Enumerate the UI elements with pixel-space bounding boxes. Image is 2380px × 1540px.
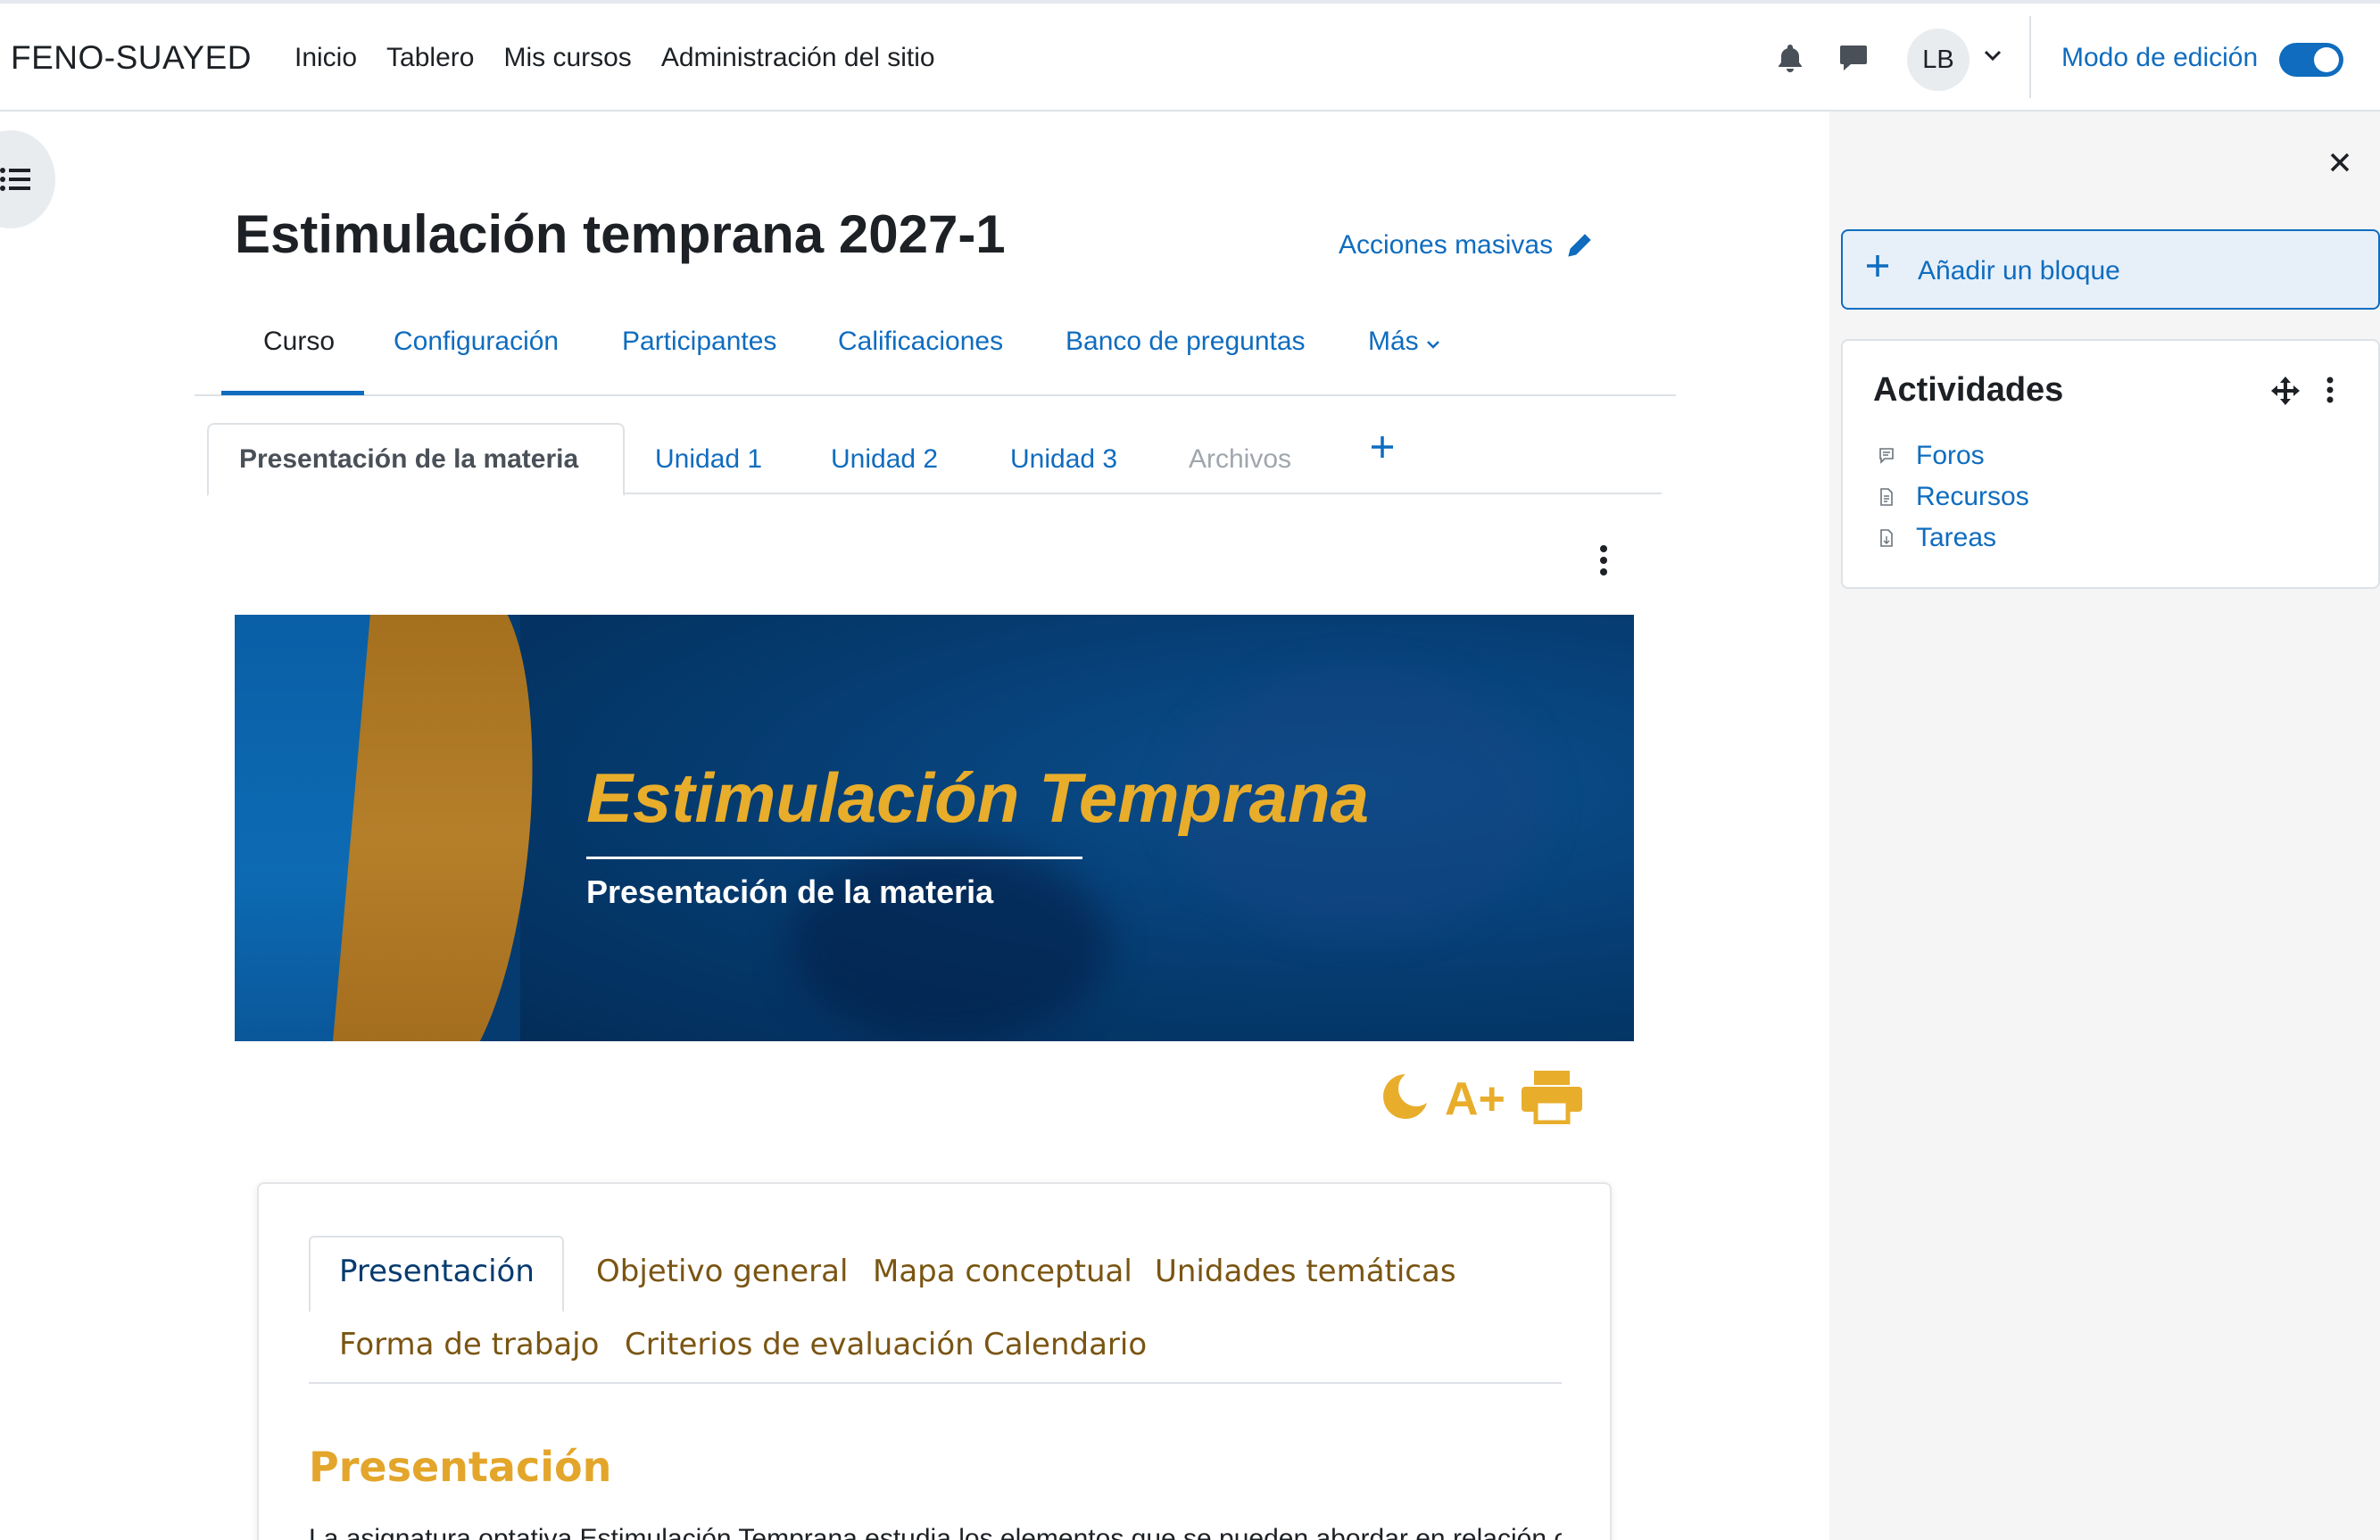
font-size-increase-button[interactable]: A+ bbox=[1445, 1072, 1505, 1126]
tab-presentacion-label[interactable]: Presentación bbox=[339, 1254, 535, 1289]
sec-nav-mas-label: Más bbox=[1368, 327, 1419, 356]
banner-title: Estimulación Temprana bbox=[586, 758, 1370, 837]
forum-icon bbox=[1879, 448, 1894, 464]
navbar-divider bbox=[2029, 16, 2031, 98]
nav-link-inicio[interactable]: Inicio bbox=[294, 43, 357, 73]
block-drawer bbox=[1829, 112, 2380, 1540]
primary-navigation: Inicio Tablero Mis cursos Administración… bbox=[294, 43, 935, 73]
add-block-button[interactable]: Añadir un bloque bbox=[1841, 229, 2380, 310]
user-avatar[interactable]: LB bbox=[1907, 29, 1970, 91]
tab-unidad-3[interactable]: Unidad 3 bbox=[1010, 444, 1117, 475]
edit-mode-toggle[interactable] bbox=[2279, 43, 2343, 77]
content-tabs: Presentación Objetivo general Mapa conce… bbox=[309, 1236, 1562, 1384]
section-heading: Presentación bbox=[309, 1443, 612, 1491]
tab-presentacion-materia-label[interactable]: Presentación de la materia bbox=[239, 444, 578, 475]
tab-objetivo-general[interactable]: Objetivo general bbox=[596, 1254, 848, 1289]
activity-link-foros[interactable]: Foros bbox=[1878, 441, 1985, 471]
move-arrows-icon[interactable] bbox=[2269, 375, 2301, 411]
resource-file-icon bbox=[1880, 488, 1893, 506]
sec-nav-calificaciones[interactable]: Calificaciones bbox=[838, 327, 1003, 357]
chevron-down-icon[interactable] bbox=[1983, 48, 2003, 67]
accessibility-tools: A+ bbox=[1379, 1069, 1584, 1129]
activity-link-tareas[interactable]: Tareas bbox=[1878, 523, 1996, 553]
bulk-actions-label: Acciones masivas bbox=[1339, 230, 1554, 260]
assignment-icon bbox=[1880, 529, 1893, 547]
nav-link-mis-cursos[interactable]: Mis cursos bbox=[503, 43, 631, 73]
course-index-toggle-button[interactable] bbox=[0, 130, 55, 228]
messages-chat-icon[interactable] bbox=[1838, 43, 1869, 78]
bulk-actions-button[interactable]: Acciones masivas bbox=[1339, 230, 1594, 261]
close-icon[interactable] bbox=[2329, 152, 2351, 178]
tab-forma-de-trabajo[interactable]: Forma de trabajo bbox=[339, 1327, 599, 1362]
activity-link-recursos[interactable]: Recursos bbox=[1878, 482, 2029, 512]
edit-mode-label[interactable]: Modo de edición bbox=[2061, 43, 2258, 73]
course-presentation-card: Presentación Objetivo general Mapa conce… bbox=[257, 1182, 1612, 1540]
sec-nav-curso[interactable]: Curso bbox=[263, 327, 335, 357]
banner-divider bbox=[586, 857, 1082, 859]
page-title: Estimulación temprana 2027-1 bbox=[235, 204, 1006, 264]
activity-label: Recursos bbox=[1916, 482, 2029, 511]
site-brand[interactable]: FENO-SUAYED bbox=[11, 39, 252, 77]
presentation-paragraph: La asignatura optativa Estimulación Temp… bbox=[309, 1524, 1562, 1540]
toggle-knob bbox=[2314, 47, 2339, 72]
unit-tabs: Presentación de la materia Unidad 1 Unid… bbox=[207, 423, 1662, 496]
chevron-down-icon bbox=[1427, 341, 1439, 349]
dark-mode-moon-icon[interactable] bbox=[1379, 1071, 1430, 1127]
block-title: Actividades bbox=[1873, 371, 2064, 409]
activity-label: Tareas bbox=[1916, 523, 1997, 552]
banner-subtitle: Presentación de la materia bbox=[586, 873, 994, 910]
tab-criterios-evaluacion[interactable]: Criterios de evaluación bbox=[625, 1327, 974, 1362]
print-icon[interactable] bbox=[1520, 1069, 1584, 1129]
activity-label: Foros bbox=[1916, 441, 1985, 470]
tab-unidades-tematicas[interactable]: Unidades temáticas bbox=[1155, 1254, 1456, 1289]
sec-nav-configuracion[interactable]: Configuración bbox=[394, 327, 559, 357]
secondary-navigation: Curso Configuración Participantes Califi… bbox=[195, 321, 1676, 396]
block-kebab-menu-icon[interactable] bbox=[2325, 377, 2335, 408]
plus-icon bbox=[1867, 255, 1888, 277]
sec-nav-banco-preguntas[interactable]: Banco de preguntas bbox=[1066, 327, 1306, 357]
nav-link-tablero[interactable]: Tablero bbox=[386, 43, 474, 73]
list-icon bbox=[0, 168, 30, 191]
notifications-bell-icon[interactable] bbox=[1776, 43, 1804, 78]
section-kebab-menu-icon[interactable] bbox=[1597, 544, 1610, 581]
active-tab-indicator bbox=[221, 391, 364, 395]
nav-link-administracion[interactable]: Administración del sitio bbox=[661, 43, 935, 73]
pencil-icon bbox=[1568, 234, 1591, 257]
tab-unidad-1[interactable]: Unidad 1 bbox=[655, 444, 762, 475]
tab-mapa-conceptual[interactable]: Mapa conceptual bbox=[873, 1254, 1132, 1289]
tab-unidad-2[interactable]: Unidad 2 bbox=[831, 444, 938, 475]
sec-nav-mas[interactable]: Más bbox=[1368, 327, 1440, 357]
add-section-plus-icon[interactable] bbox=[1369, 434, 1396, 468]
course-banner-image: Estimulación Temprana Presentación de la… bbox=[235, 615, 1634, 1041]
add-block-label: Añadir un bloque bbox=[1918, 256, 2120, 286]
tab-calendario[interactable]: Calendario bbox=[983, 1327, 1147, 1362]
tab-archivos: Archivos bbox=[1189, 444, 1292, 474]
activities-block: Actividades Foros Recursos Tareas bbox=[1841, 339, 2380, 589]
sec-nav-participantes[interactable]: Participantes bbox=[622, 327, 776, 357]
top-navbar: FENO-SUAYED Inicio Tablero Mis cursos Ad… bbox=[0, 4, 2380, 112]
